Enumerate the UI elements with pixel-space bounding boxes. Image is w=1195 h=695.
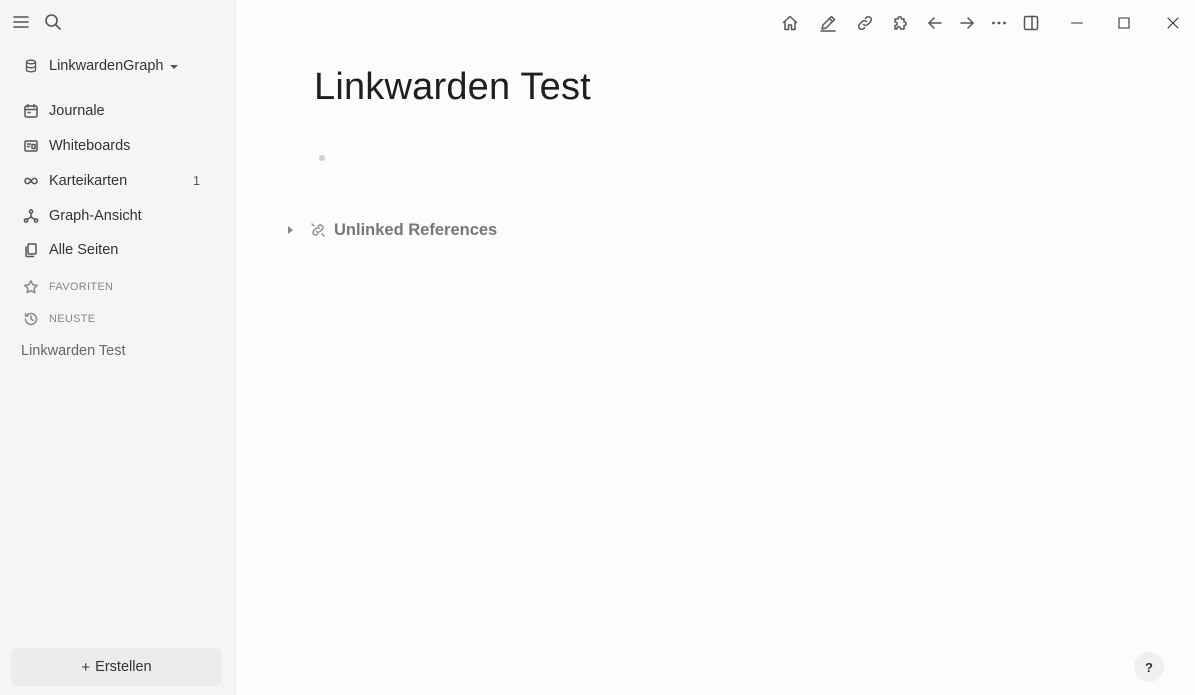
more-icon[interactable]: [988, 12, 1010, 34]
nav-journals[interactable]: Journale: [22, 99, 212, 123]
nav-flashcards[interactable]: Karteikarten 1: [22, 169, 212, 193]
create-button[interactable]: + Erstellen: [11, 648, 222, 686]
nav-graph-view[interactable]: Graph-Ansicht: [22, 204, 212, 228]
database-icon: [22, 57, 40, 75]
maximize-icon[interactable]: [1113, 12, 1135, 34]
help-button[interactable]: ?: [1134, 652, 1164, 682]
chevron-down-icon: [170, 65, 179, 69]
empty-block-bullet[interactable]: [319, 155, 325, 161]
nav-all-pages[interactable]: Alle Seiten: [22, 238, 212, 262]
nav-label: Journale: [49, 103, 105, 119]
flashcard-count: 1: [193, 174, 200, 188]
search-icon[interactable]: [43, 12, 63, 32]
graph-name: LinkwardenGraph: [49, 58, 164, 74]
chevron-right-icon: [288, 226, 293, 234]
pages-icon: [22, 241, 40, 259]
arrow-right-icon[interactable]: [956, 12, 978, 34]
star-icon: [22, 278, 40, 296]
close-icon[interactable]: [1162, 12, 1184, 34]
favorites-section[interactable]: FAVORITEN: [22, 278, 113, 296]
unlinked-references-toggle[interactable]: Unlinked References: [288, 220, 497, 240]
calendar-icon: [22, 102, 40, 120]
recent-page-link[interactable]: Linkwarden Test: [21, 343, 126, 359]
graph-icon: [22, 207, 40, 225]
nav-label: Alle Seiten: [49, 242, 119, 258]
create-label: Erstellen: [95, 659, 152, 675]
page-title[interactable]: Linkwarden Test: [314, 66, 591, 109]
infinity-icon: [22, 172, 40, 190]
menu-icon[interactable]: [11, 12, 31, 32]
left-sidebar: LinkwardenGraph Journale Whiteboards Kar…: [0, 0, 236, 695]
minimize-icon[interactable]: [1066, 12, 1088, 34]
unlinked-references-label: Unlinked References: [334, 220, 498, 239]
unlinked-icon: [310, 222, 326, 238]
nav-label: Karteikarten: [49, 173, 128, 189]
arrow-left-icon[interactable]: [924, 12, 946, 34]
history-icon: [22, 310, 40, 328]
graph-selector[interactable]: LinkwardenGraph: [22, 56, 179, 76]
puzzle-icon[interactable]: [889, 12, 911, 34]
nav-whiteboards[interactable]: Whiteboards: [22, 134, 212, 158]
nav-label: Whiteboards: [49, 138, 131, 154]
plus-icon: +: [81, 658, 91, 676]
link-icon[interactable]: [854, 12, 876, 34]
right-sidebar-icon[interactable]: [1020, 12, 1042, 34]
favorites-label: FAVORITEN: [49, 281, 114, 293]
recent-section[interactable]: NEUSTE: [22, 310, 95, 328]
home-icon[interactable]: [779, 12, 801, 34]
recent-label: NEUSTE: [49, 313, 96, 325]
nav-label: Graph-Ansicht: [49, 208, 142, 224]
whiteboard-icon: [22, 137, 40, 155]
edit-icon[interactable]: [817, 12, 839, 34]
